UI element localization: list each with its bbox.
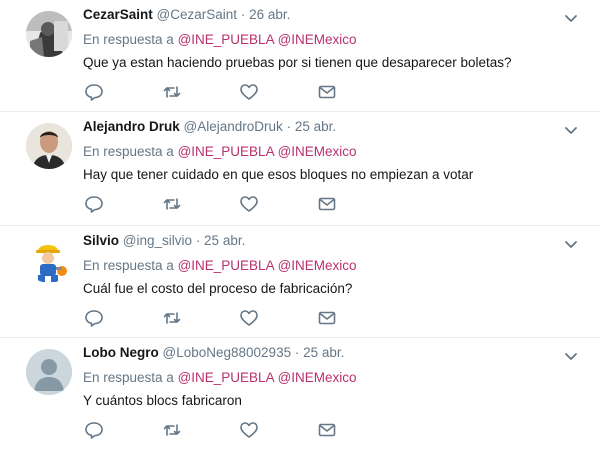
separator-dot: ·	[294, 345, 300, 360]
cartoon-worker-avatar	[26, 237, 72, 283]
separator-dot: ·	[286, 119, 292, 134]
mention-link[interactable]: @INE_PUEBLA	[178, 370, 274, 385]
chevron-down-icon[interactable]	[562, 347, 580, 365]
reply-icon[interactable]	[83, 81, 105, 103]
tweet-actions	[83, 193, 363, 215]
separator-dot: ·	[240, 7, 246, 22]
retweet-icon[interactable]	[161, 419, 183, 441]
tweet-header: Lobo Negro @LoboNeg88002935 · 25 abr.	[83, 345, 344, 360]
user-handle[interactable]: @ing_silvio	[123, 233, 192, 248]
reply-context: En respuesta a @INE_PUEBLA @INEMexico	[83, 370, 357, 385]
tweet[interactable]: Silvio @ing_silvio · 25 abr. En respuest…	[0, 226, 600, 338]
reply-prefix: En respuesta a	[83, 258, 174, 273]
timestamp[interactable]: 25 abr.	[295, 119, 336, 134]
display-name[interactable]: CezarSaint	[83, 7, 153, 22]
tweet-header: CezarSaint @CezarSaint · 26 abr.	[83, 7, 290, 22]
tweet-header: Alejandro Druk @AlejandroDruk · 25 abr.	[83, 119, 336, 134]
reply-prefix: En respuesta a	[83, 370, 174, 385]
reply-context: En respuesta a @INE_PUEBLA @INEMexico	[83, 144, 357, 159]
reply-prefix: En respuesta a	[83, 32, 174, 47]
avatar[interactable]	[26, 349, 72, 395]
avatar[interactable]	[26, 123, 72, 169]
reply-prefix: En respuesta a	[83, 144, 174, 159]
avatar-photo	[26, 11, 72, 57]
tweet[interactable]: Lobo Negro @LoboNeg88002935 · 25 abr. En…	[0, 338, 600, 452]
tweet-actions	[83, 307, 363, 329]
heart-icon[interactable]	[238, 419, 260, 441]
mention-link[interactable]: @INE_PUEBLA	[178, 144, 274, 159]
mention-link[interactable]: @INEMexico	[278, 370, 357, 385]
chevron-down-icon[interactable]	[562, 9, 580, 27]
user-handle[interactable]: @LoboNeg88002935	[163, 345, 292, 360]
reply-icon[interactable]	[83, 419, 105, 441]
mention-link[interactable]: @INE_PUEBLA	[178, 32, 274, 47]
tweet-header: Silvio @ing_silvio · 25 abr.	[83, 233, 245, 248]
mention-link[interactable]: @INE_PUEBLA	[178, 258, 274, 273]
display-name[interactable]: Lobo Negro	[83, 345, 159, 360]
mention-link[interactable]: @INEMexico	[278, 32, 357, 47]
tweet-text: Hay que tener cuidado en que esos bloque…	[83, 167, 474, 182]
separator-dot: ·	[195, 233, 201, 248]
reply-icon[interactable]	[83, 193, 105, 215]
reply-context: En respuesta a @INE_PUEBLA @INEMexico	[83, 258, 357, 273]
retweet-icon[interactable]	[161, 81, 183, 103]
timestamp[interactable]: 25 abr.	[204, 233, 245, 248]
replies-feed: CezarSaint @CezarSaint · 26 abr. En resp…	[0, 0, 600, 452]
tweet-text: Cuál fue el costo del proceso de fabrica…	[83, 281, 353, 296]
avatar[interactable]	[26, 11, 72, 57]
tweet-actions	[83, 419, 363, 441]
reply-icon[interactable]	[83, 307, 105, 329]
retweet-icon[interactable]	[161, 307, 183, 329]
timestamp[interactable]: 26 abr.	[249, 7, 290, 22]
retweet-icon[interactable]	[161, 193, 183, 215]
mention-link[interactable]: @INEMexico	[278, 258, 357, 273]
timestamp[interactable]: 25 abr.	[303, 345, 344, 360]
tweet-text: Que ya estan haciendo pruebas por si tie…	[83, 55, 512, 70]
envelope-icon[interactable]	[316, 193, 338, 215]
chevron-down-icon[interactable]	[562, 121, 580, 139]
chevron-down-icon[interactable]	[562, 235, 580, 253]
heart-icon[interactable]	[238, 193, 260, 215]
display-name[interactable]: Alejandro Druk	[83, 119, 180, 134]
mention-link[interactable]: @INEMexico	[278, 144, 357, 159]
reply-context: En respuesta a @INE_PUEBLA @INEMexico	[83, 32, 357, 47]
avatar-photo	[26, 123, 72, 169]
envelope-icon[interactable]	[316, 307, 338, 329]
tweet[interactable]: Alejandro Druk @AlejandroDruk · 25 abr. …	[0, 112, 600, 226]
tweet-text: Y cuántos blocs fabricaron	[83, 393, 242, 408]
heart-icon[interactable]	[238, 307, 260, 329]
display-name[interactable]: Silvio	[83, 233, 119, 248]
envelope-icon[interactable]	[316, 81, 338, 103]
user-handle[interactable]: @CezarSaint	[157, 7, 238, 22]
tweet[interactable]: CezarSaint @CezarSaint · 26 abr. En resp…	[0, 0, 600, 112]
user-handle[interactable]: @AlejandroDruk	[184, 119, 283, 134]
default-avatar	[26, 349, 72, 395]
envelope-icon[interactable]	[316, 419, 338, 441]
avatar[interactable]	[26, 237, 72, 283]
tweet-actions	[83, 81, 363, 103]
heart-icon[interactable]	[238, 81, 260, 103]
